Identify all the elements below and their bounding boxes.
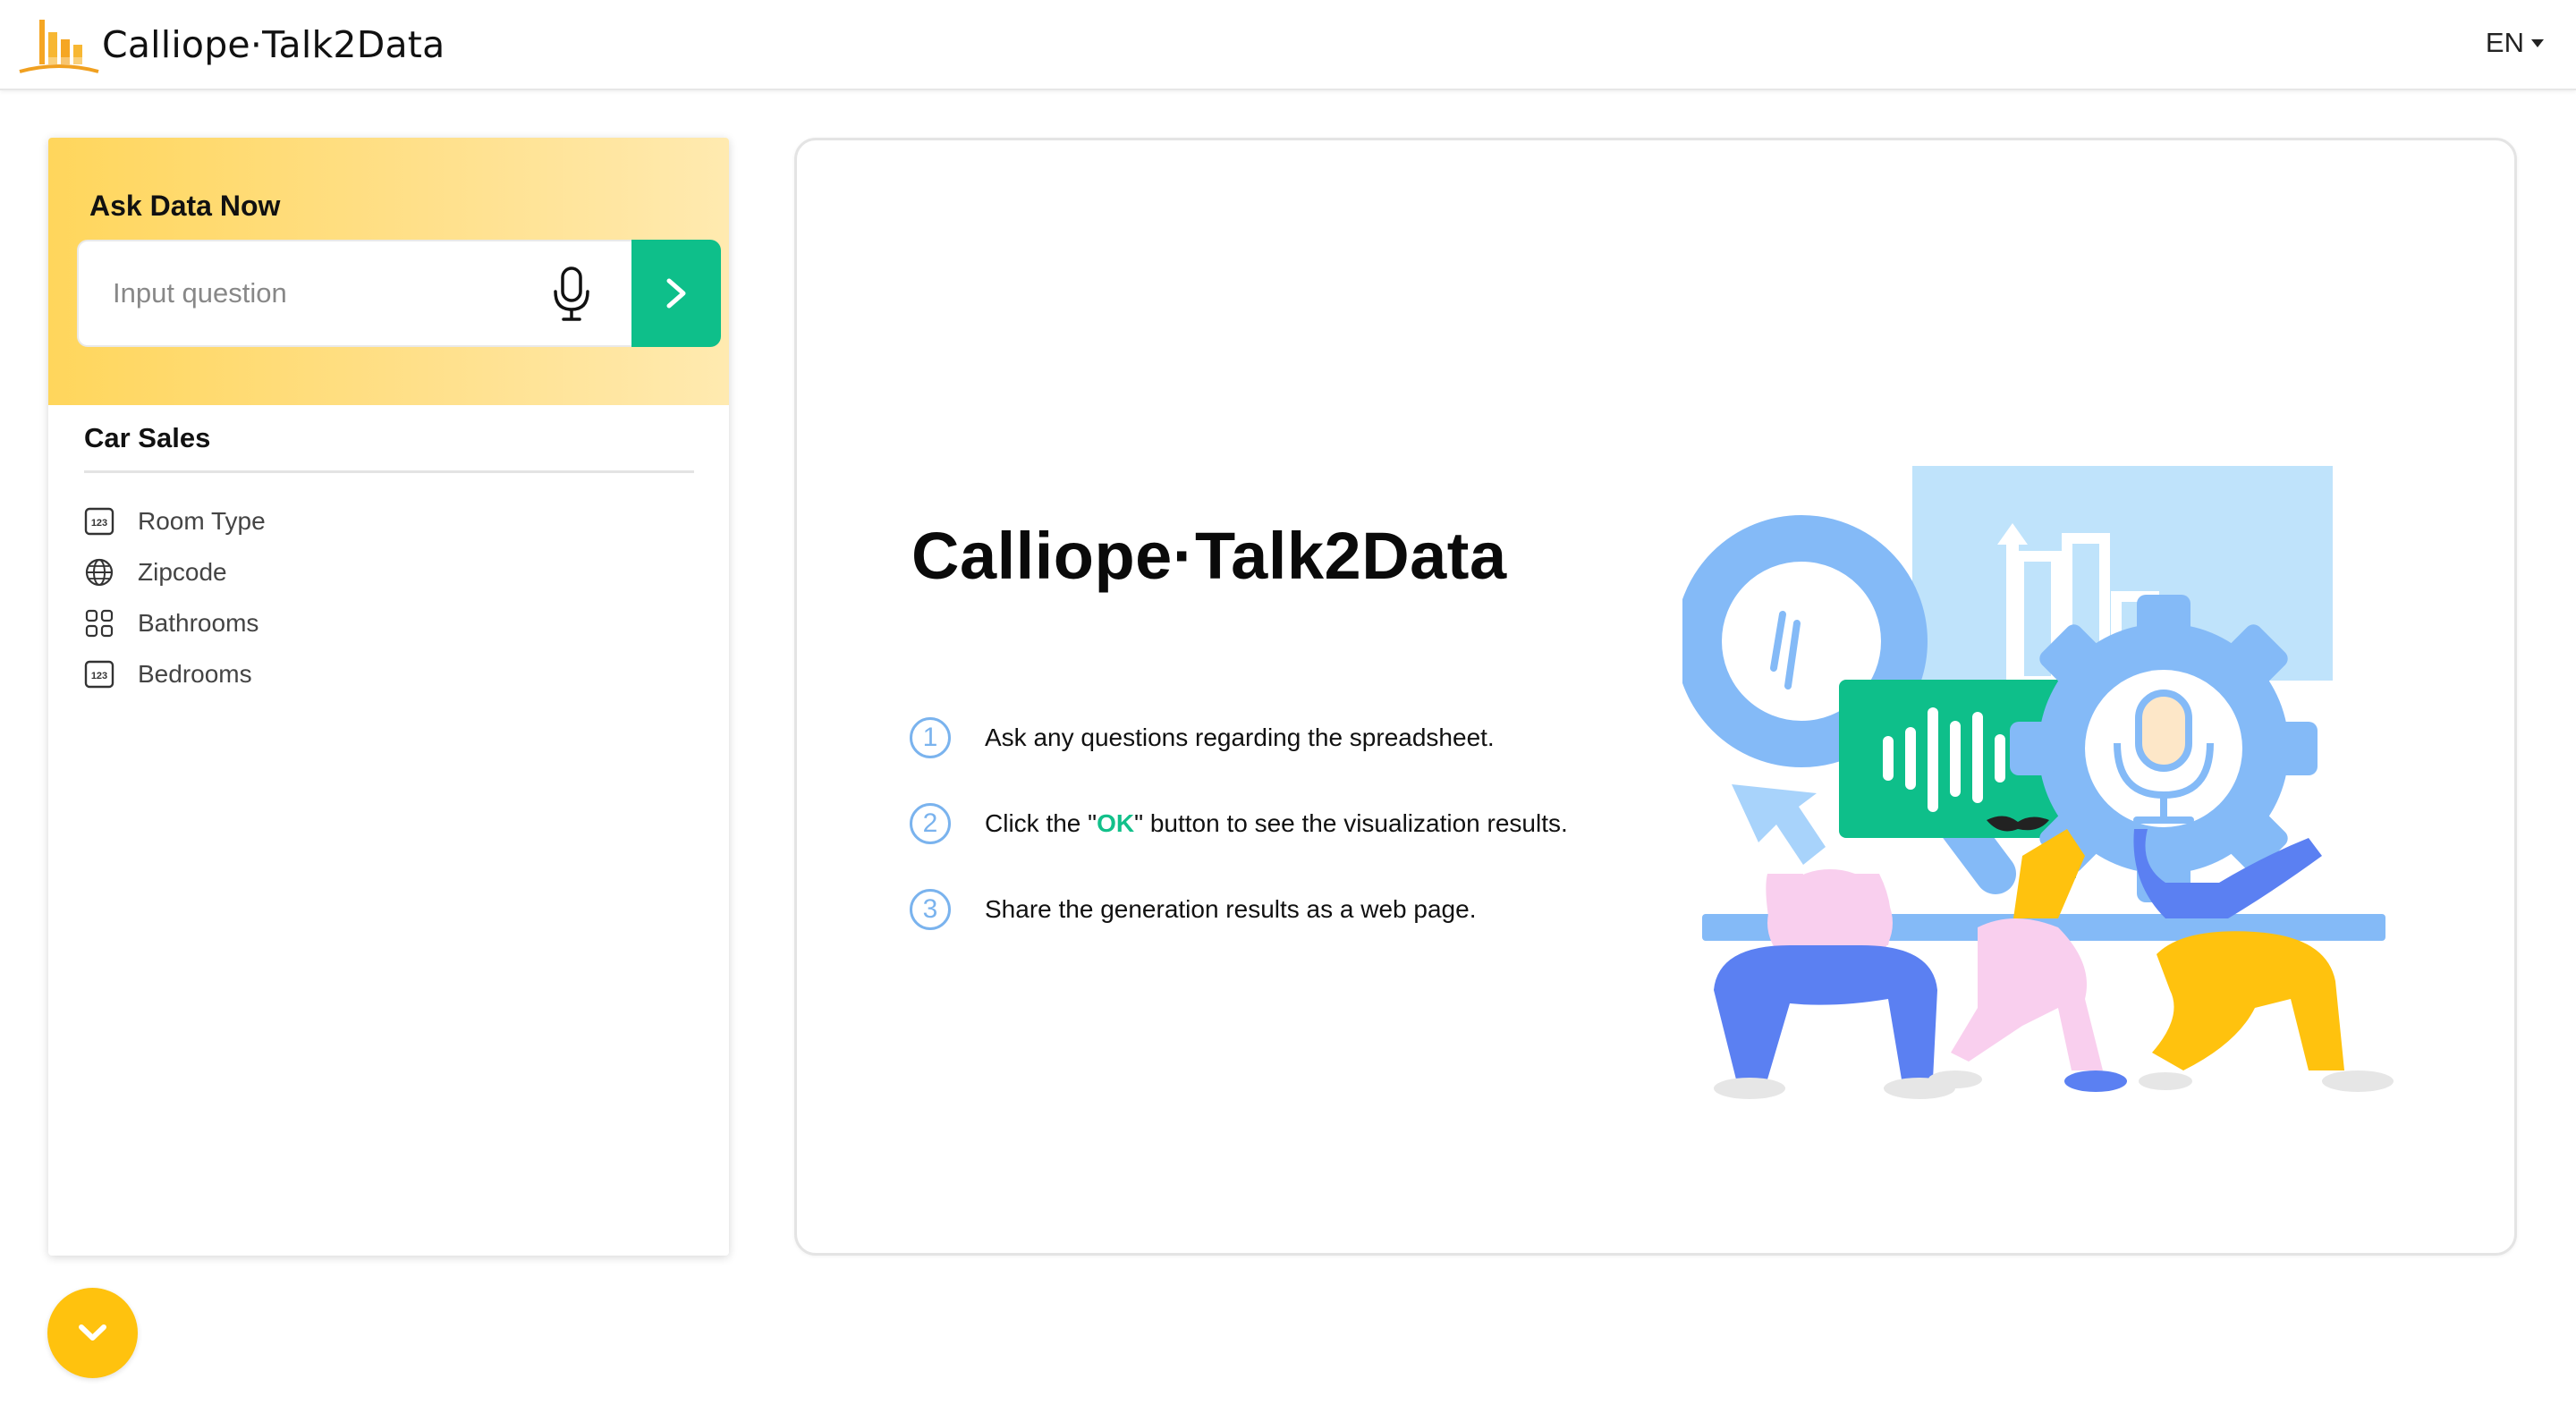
chevron-right-icon [666, 278, 686, 309]
step-text: Share the generation results as a web pa… [985, 895, 1477, 923]
step-1: 1 Ask any questions regarding the spread… [910, 695, 1715, 781]
step-text-after: " button to see the visualization result… [1134, 809, 1568, 837]
numeric-123-icon: 123 [84, 507, 114, 535]
step-2: 2 Click the "OK" button to see the visua… [910, 781, 1715, 867]
numeric-123-icon: 123 [84, 660, 114, 688]
field-list: 123 Room Type Zipcode Bathrooms 123 Bedr… [84, 495, 692, 699]
step-3: 3 Share the generation results as a web … [910, 867, 1715, 952]
instruction-steps: 1 Ask any questions regarding the spread… [910, 695, 1715, 952]
grid-squares-icon [85, 609, 114, 637]
chevron-down-icon [79, 1324, 106, 1341]
globe-icon [85, 558, 114, 586]
step-text: Click the "OK" button to see the visuali… [985, 809, 1568, 838]
divider [84, 470, 694, 473]
step-number: 3 [910, 889, 951, 930]
field-item-bedrooms[interactable]: 123 Bedrooms [84, 648, 692, 699]
bar-chart-logo-icon [19, 20, 99, 73]
top-header: Calliope·Talk2Data EN [0, 0, 2576, 90]
question-input-wrapper [77, 240, 703, 347]
ok-highlight: OK [1097, 809, 1135, 837]
field-label: Bathrooms [138, 608, 259, 637]
data-panel: Ask Data Now Car Sales 123 Room Type [48, 138, 729, 1256]
ask-data-box: Ask Data Now [48, 138, 729, 405]
hero-title: Calliope·Talk2Data [911, 519, 1507, 593]
dataset-title: Car Sales [84, 422, 211, 453]
caret-down-icon [2531, 38, 2544, 47]
collapse-button[interactable] [47, 1288, 138, 1378]
step-text-before: Click the " [985, 809, 1097, 837]
app-title: Calliope·Talk2Data [102, 23, 445, 66]
microphone-icon[interactable] [540, 263, 603, 326]
svg-text:123: 123 [91, 671, 107, 681]
field-item-room-type[interactable]: 123 Room Type [84, 495, 692, 546]
send-question-button[interactable] [631, 240, 721, 347]
question-input[interactable] [79, 241, 606, 345]
svg-text:123: 123 [91, 518, 107, 529]
language-label: EN [2485, 27, 2524, 58]
step-text: Ask any questions regarding the spreadsh… [985, 723, 1495, 751]
step-number: 1 [910, 717, 951, 758]
field-label: Room Type [138, 506, 266, 535]
field-item-bathrooms[interactable]: Bathrooms [84, 597, 692, 648]
welcome-panel: Calliope·Talk2Data 1 Ask any questions r… [794, 138, 2517, 1256]
field-label: Zipcode [138, 557, 227, 586]
ask-data-title: Ask Data Now [89, 190, 281, 222]
language-selector[interactable]: EN [2486, 27, 2544, 59]
field-label: Bedrooms [138, 659, 252, 688]
field-item-zipcode[interactable]: Zipcode [84, 546, 692, 597]
step-number: 2 [910, 803, 951, 844]
people-illustration [1714, 816, 2394, 1099]
